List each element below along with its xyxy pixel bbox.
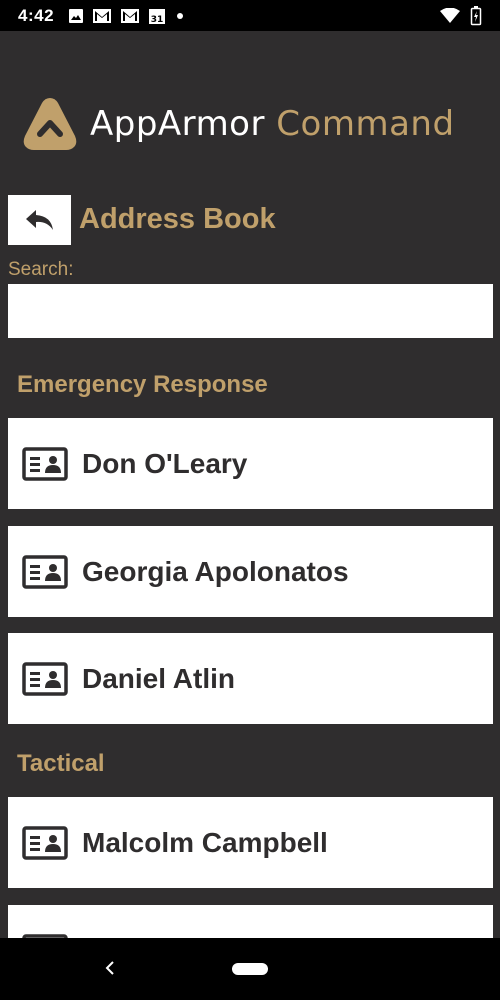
contact-item[interactable]: Don O'Leary: [8, 418, 493, 509]
brand-secondary: Command: [276, 104, 455, 144]
gmail-icon: [93, 8, 112, 23]
system-nav-bar: [0, 938, 500, 1000]
contact-name: Don O'Leary: [82, 447, 248, 479]
page-title: Address Book: [79, 203, 276, 235]
contact-card-icon: [22, 825, 68, 860]
status-right: [440, 5, 482, 26]
reply-arrow-icon: [25, 210, 53, 230]
calendar-icon: 31: [149, 8, 166, 25]
photo-icon: [69, 8, 84, 23]
dot-icon: [177, 12, 184, 19]
section-title-tactical: Tactical: [17, 750, 105, 777]
nav-home-pill[interactable]: [232, 963, 268, 975]
logo-icon: [23, 98, 77, 150]
contact-name: Malcolm Campbell: [82, 826, 328, 858]
brand-primary: AppArmor: [90, 104, 265, 144]
back-button[interactable]: [8, 195, 71, 245]
app-logo: AppArmor Command: [22, 96, 455, 152]
gmail-icon: [121, 8, 140, 23]
contact-card-icon: [22, 661, 68, 696]
contact-item[interactable]: Malcolm Campbell: [8, 797, 493, 888]
section-title-emergency-response: Emergency Response: [17, 371, 268, 398]
nav-back-icon[interactable]: [104, 960, 116, 976]
svg-text:31: 31: [151, 15, 164, 25]
wifi-icon: [440, 7, 460, 23]
contact-item[interactable]: Daniel Atlin: [8, 633, 493, 724]
status-time: 4:42: [18, 5, 55, 25]
contact-name: Daniel Atlin: [82, 662, 235, 694]
logo-text: AppArmor Command: [90, 104, 455, 144]
notification-icons: 31: [68, 7, 186, 25]
battery-icon: [470, 5, 482, 25]
contact-item[interactable]: Georgia Apolonatos: [8, 526, 493, 617]
search-input[interactable]: [8, 284, 493, 338]
search-label: Search:: [8, 259, 74, 280]
contact-card-icon: [22, 446, 68, 481]
status-bar: 4:42 31: [0, 0, 500, 31]
contact-card-icon: [22, 554, 68, 589]
contact-name: Georgia Apolonatos: [82, 555, 349, 587]
